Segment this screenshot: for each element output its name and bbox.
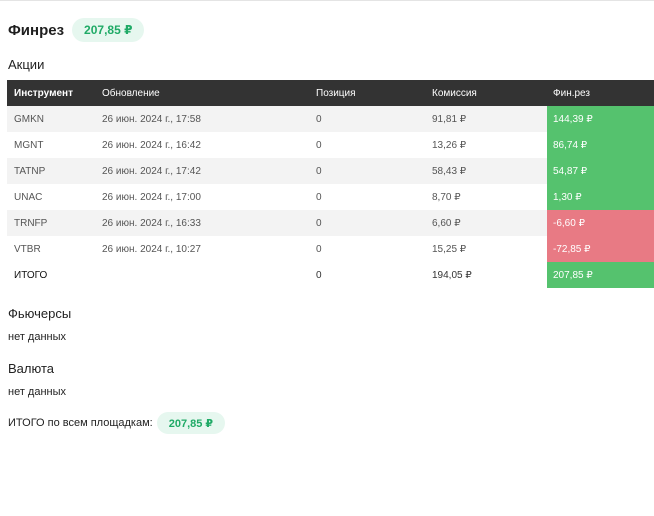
grand-total-badge: 207,85 ₽ xyxy=(156,412,226,434)
cell-updated: 26 июн. 2024 г., 16:33 xyxy=(102,217,201,229)
column-header-commission[interactable]: Комиссия xyxy=(425,80,547,106)
total-commission: 194,05 ₽ xyxy=(432,269,472,281)
cell-updated: 26 июн. 2024 г., 17:58 xyxy=(102,113,201,125)
column-header-pnl[interactable]: Фин.рез xyxy=(547,80,654,106)
cell-pnl: 1,30 ₽ xyxy=(547,184,654,210)
cell-commission: 15,25 ₽ xyxy=(432,243,467,255)
top-divider xyxy=(0,0,654,1)
table-header: Инструмент Обновление Позиция Комиссия Ф… xyxy=(7,80,654,106)
stocks-section-title: Акции xyxy=(8,57,45,72)
cell-position: 0 xyxy=(316,243,322,255)
cell-commission: 6,60 ₽ xyxy=(432,217,461,229)
cell-pnl: 86,74 ₽ xyxy=(547,132,654,158)
cell-instrument: TRNFP xyxy=(14,217,48,229)
stocks-table: Инструмент Обновление Позиция Комиссия Ф… xyxy=(7,80,654,288)
column-header-updated[interactable]: Обновление xyxy=(95,80,309,106)
total-label: ИТОГО xyxy=(14,269,48,281)
cell-updated: 26 июн. 2024 г., 10:27 xyxy=(102,243,201,255)
cell-instrument: GMKN xyxy=(14,113,44,125)
cell-pnl: -6,60 ₽ xyxy=(547,210,654,236)
total-position: 0 xyxy=(316,269,322,281)
table-row[interactable]: UNAC 26 июн. 2024 г., 17:00 0 8,70 ₽ 1,3… xyxy=(7,184,654,210)
total-pnl-badge: 207,85 ₽ xyxy=(72,18,145,42)
cell-commission: 58,43 ₽ xyxy=(432,165,467,177)
cell-instrument: MGNT xyxy=(14,139,44,151)
cell-instrument: VTBR xyxy=(14,243,41,255)
futures-section-title: Фьючерсы xyxy=(8,306,72,321)
cell-position: 0 xyxy=(316,165,322,177)
total-pnl: 207,85 ₽ xyxy=(547,262,654,288)
cell-instrument: TATNP xyxy=(14,165,46,177)
cell-updated: 26 июн. 2024 г., 17:42 xyxy=(102,165,201,177)
column-header-instrument[interactable]: Инструмент xyxy=(7,80,95,106)
grand-total: ИТОГО по всем площадкам: 207,85 ₽ xyxy=(8,412,226,434)
cell-commission: 13,26 ₽ xyxy=(432,139,467,151)
currency-section-title: Валюта xyxy=(8,361,54,376)
cell-position: 0 xyxy=(316,217,322,229)
table-row[interactable]: TRNFP 26 июн. 2024 г., 16:33 0 6,60 ₽ -6… xyxy=(7,210,654,236)
currency-no-data: нет данных xyxy=(8,386,67,398)
cell-instrument: UNAC xyxy=(14,191,43,203)
cell-pnl: 144,39 ₽ xyxy=(547,106,654,132)
cell-pnl: -72,85 ₽ xyxy=(547,236,654,262)
table-row[interactable]: VTBR 26 июн. 2024 г., 10:27 0 15,25 ₽ -7… xyxy=(7,236,654,262)
cell-position: 0 xyxy=(316,113,322,125)
column-header-position[interactable]: Позиция xyxy=(309,80,425,106)
cell-commission: 8,70 ₽ xyxy=(432,191,461,203)
cell-position: 0 xyxy=(316,191,322,203)
cell-updated: 26 июн. 2024 г., 16:42 xyxy=(102,139,201,151)
page-header: Финрез 207,85 ₽ xyxy=(8,18,145,42)
table-row[interactable]: MGNT 26 июн. 2024 г., 16:42 0 13,26 ₽ 86… xyxy=(7,132,654,158)
table-row[interactable]: GMKN 26 июн. 2024 г., 17:58 0 91,81 ₽ 14… xyxy=(7,106,654,132)
total-updated-empty xyxy=(95,262,309,288)
futures-no-data: нет данных xyxy=(8,331,67,343)
table-row[interactable]: TATNP 26 июн. 2024 г., 17:42 0 58,43 ₽ 5… xyxy=(7,158,654,184)
table-total-row: ИТОГО 0 194,05 ₽ 207,85 ₽ xyxy=(7,262,654,288)
cell-commission: 91,81 ₽ xyxy=(432,113,467,125)
grand-total-label: ИТОГО по всем площадкам: xyxy=(8,417,153,429)
page-title: Финрез xyxy=(8,21,65,39)
cell-pnl: 54,87 ₽ xyxy=(547,158,654,184)
cell-updated: 26 июн. 2024 г., 17:00 xyxy=(102,191,201,203)
cell-position: 0 xyxy=(316,139,322,151)
